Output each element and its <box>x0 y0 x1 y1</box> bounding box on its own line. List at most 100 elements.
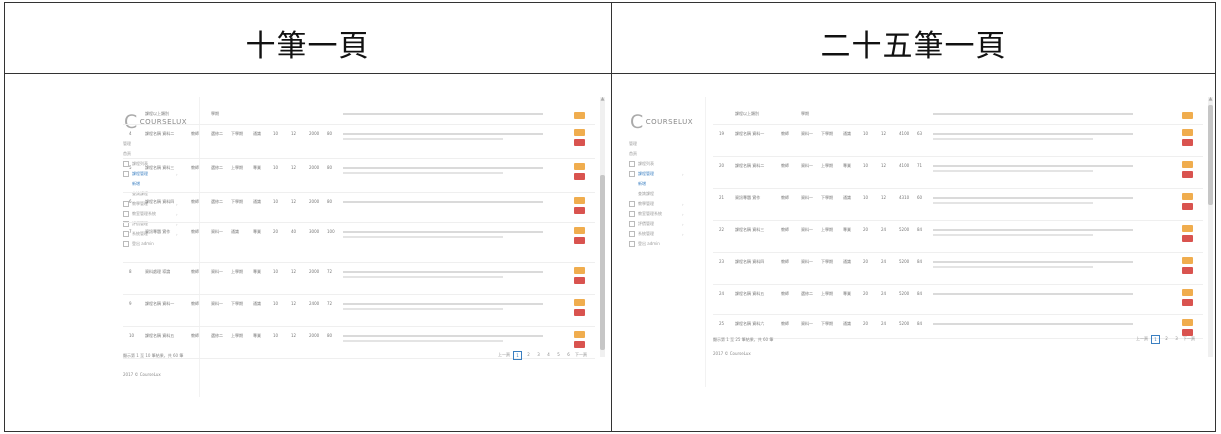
nav-item[interactable]: 課程管理 › <box>629 169 684 179</box>
chevron-right-icon: › <box>682 231 684 237</box>
edit-button[interactable] <box>1182 225 1193 232</box>
table-cell: 資料一 <box>801 163 813 168</box>
left-column-heading: 十筆一頁 <box>245 29 370 64</box>
page-link[interactable]: 4 <box>545 351 552 358</box>
delete-button[interactable] <box>574 277 585 284</box>
table-cell: 課程名稱 資料四 <box>145 199 175 204</box>
description-text <box>933 133 1133 135</box>
description-text <box>343 271 543 273</box>
nav-item[interactable]: 課程列表 <box>629 159 684 169</box>
table-cell: 通識 <box>253 131 261 136</box>
nav-item[interactable]: 管理 <box>629 139 684 149</box>
scroll-up-icon[interactable]: ▲ <box>600 97 605 102</box>
edit-button[interactable] <box>574 112 585 119</box>
nav-item[interactable]: 評價管理 › <box>629 219 684 229</box>
delete-button[interactable] <box>574 309 585 316</box>
table-cell: 12 <box>291 165 297 170</box>
page-link[interactable]: 1 <box>1151 335 1160 344</box>
table-cell: 下學期 <box>821 321 833 326</box>
nav-item[interactable]: 系統管理 › <box>629 229 684 239</box>
page-link[interactable]: 上一頁 <box>498 351 510 358</box>
scrollbar[interactable]: ▲ <box>1208 97 1213 357</box>
description-text <box>933 293 1133 295</box>
scroll-thumb[interactable] <box>600 175 605 350</box>
table-row: 5 課程名稱 資料三 教師 選修二 上學期 專業 10 12 2000 80 <box>123 159 595 193</box>
delete-button[interactable] <box>574 173 585 180</box>
table-cell: 10 <box>273 333 279 338</box>
edit-button[interactable] <box>574 129 585 136</box>
delete-button[interactable] <box>1182 299 1193 306</box>
page-link[interactable]: 上一頁 <box>1136 335 1148 342</box>
edit-button[interactable] <box>1182 319 1193 326</box>
delete-button[interactable] <box>574 207 585 214</box>
nav-item[interactable]: 查詢課程 <box>629 189 684 199</box>
page-link[interactable]: 2 <box>1163 335 1170 342</box>
table-cell: 學期 <box>801 111 809 116</box>
page-link[interactable]: 6 <box>565 351 572 358</box>
nav-item[interactable]: 教學管理 › <box>629 199 684 209</box>
table-cell: 9 <box>129 301 132 306</box>
table-cell: 22 <box>719 227 725 232</box>
edit-button[interactable] <box>574 227 585 234</box>
edit-button[interactable] <box>1182 193 1193 200</box>
description-text <box>343 276 503 278</box>
table-cell: 專業 <box>253 165 261 170</box>
table-cell: 課程以上類別 <box>145 111 169 116</box>
edit-button[interactable] <box>574 299 585 306</box>
edit-button[interactable] <box>574 331 585 338</box>
table-cell: 5200 <box>899 291 910 296</box>
edit-button[interactable] <box>1182 161 1193 168</box>
table-cell: 下學期 <box>821 259 833 264</box>
table-cell: 教師 <box>781 195 789 200</box>
table-cell: 5200 <box>899 321 910 326</box>
edit-button[interactable] <box>574 163 585 170</box>
nav-item[interactable]: 教室管理系統 › <box>629 209 684 219</box>
scroll-thumb[interactable] <box>1208 105 1213 205</box>
description-text <box>933 261 1133 263</box>
table-cell: 20 <box>719 163 725 168</box>
nav-icon <box>629 231 635 237</box>
table-cell: 20 <box>273 229 279 234</box>
nav-item[interactable]: 首頁 <box>629 149 684 159</box>
description-text <box>343 335 543 337</box>
edit-button[interactable] <box>574 197 585 204</box>
table-cell: 5200 <box>899 227 910 232</box>
nav-item[interactable]: 登出 admin <box>629 239 684 249</box>
description-text <box>933 229 1133 231</box>
table-cell: 5200 <box>899 259 910 264</box>
page-link[interactable]: 下一頁 <box>1183 335 1195 342</box>
edit-button[interactable] <box>1182 289 1193 296</box>
page-link[interactable]: 2 <box>525 351 532 358</box>
page-link[interactable]: 3 <box>535 351 542 358</box>
scrollbar[interactable]: ▲ <box>600 97 605 357</box>
edit-button[interactable] <box>1182 257 1193 264</box>
delete-button[interactable] <box>1182 171 1193 178</box>
table-cell: 2400 <box>309 301 320 306</box>
left-screenshot-panel: C COURSELUX 管理 首頁 課程列表 課程管理 › 新增 查詢課程 教學管理 › 教室管理系… <box>115 97 605 397</box>
page-link[interactable]: 3 <box>1173 335 1180 342</box>
table-cell: 24 <box>881 291 887 296</box>
edit-button[interactable] <box>574 267 585 274</box>
nav-item[interactable]: 新增 <box>629 179 684 189</box>
delete-button[interactable] <box>1182 203 1193 210</box>
page-link[interactable]: 1 <box>513 351 522 360</box>
delete-button[interactable] <box>1182 267 1193 274</box>
chevron-right-icon: › <box>682 211 684 217</box>
table-cell: 課程名稱 資料三 <box>735 227 765 232</box>
page-link[interactable]: 5 <box>555 351 562 358</box>
delete-button[interactable] <box>574 237 585 244</box>
delete-button[interactable] <box>574 341 585 348</box>
scroll-up-icon[interactable]: ▲ <box>1208 97 1213 102</box>
edit-button[interactable] <box>1182 129 1193 136</box>
edit-button[interactable] <box>1182 112 1193 119</box>
table-row: 19 課程名稱 資料一 教師 資料一 下學期 通識 10 12 4100 63 <box>713 125 1203 157</box>
table-cell: 通識 <box>231 229 239 234</box>
table-cell: 80 <box>327 165 333 170</box>
delete-button[interactable] <box>574 139 585 146</box>
page-link[interactable]: 下一頁 <box>575 351 587 358</box>
delete-button[interactable] <box>1182 235 1193 242</box>
table-cell: 專業 <box>843 163 851 168</box>
table-cell: 10 <box>863 131 869 136</box>
table-cell: 上學期 <box>821 227 833 232</box>
delete-button[interactable] <box>1182 139 1193 146</box>
